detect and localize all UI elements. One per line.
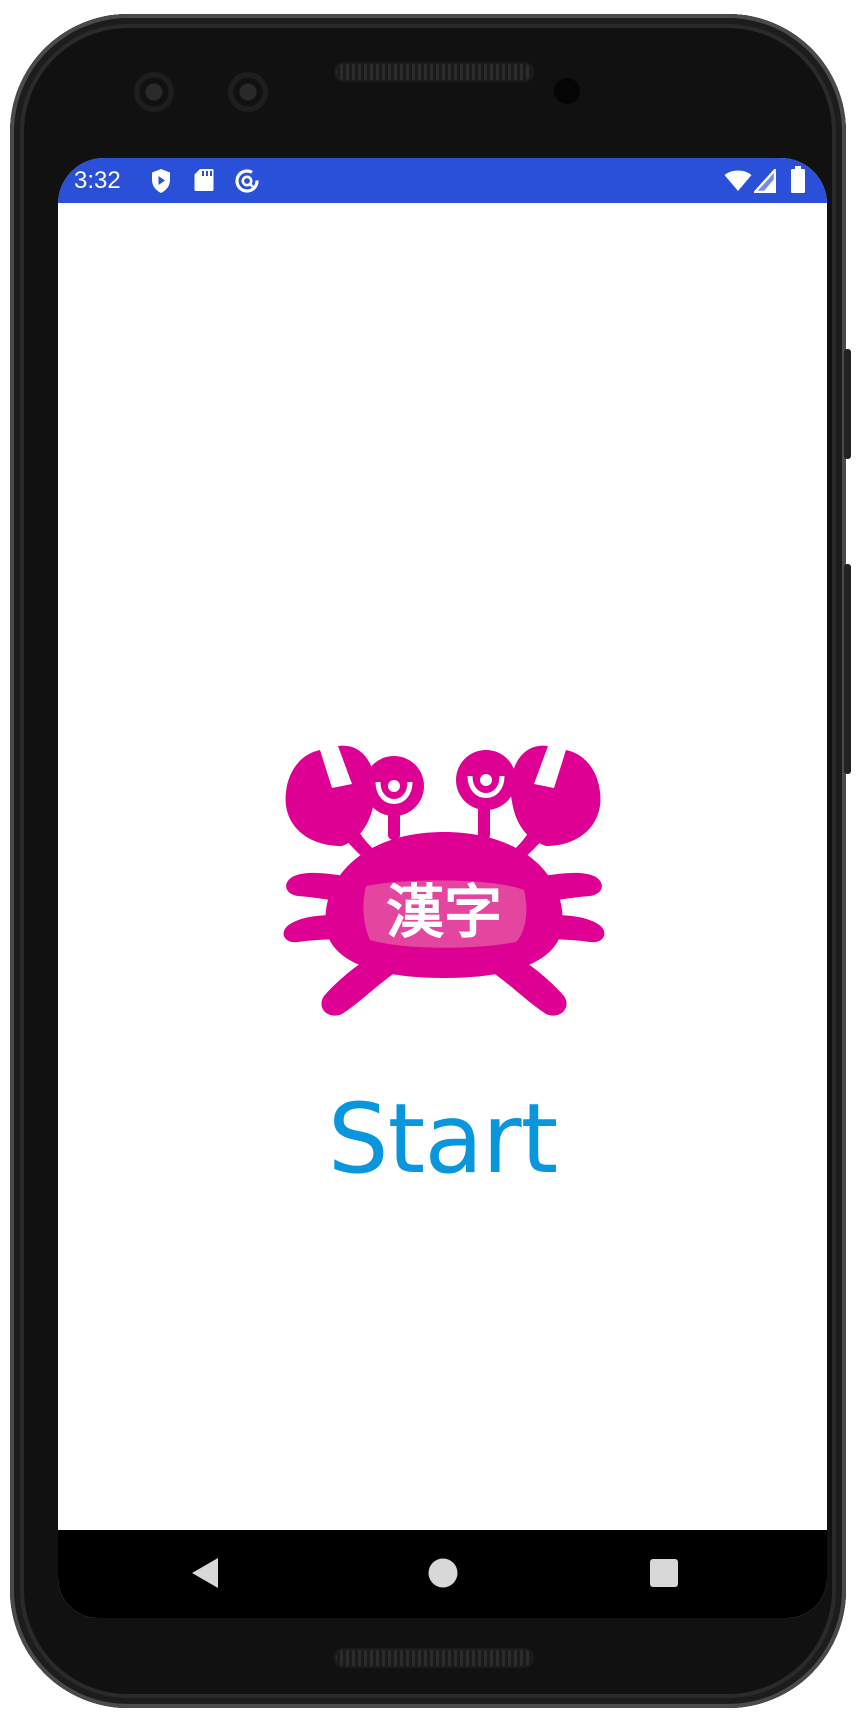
- bottom-speaker: [334, 1648, 534, 1668]
- home-icon[interactable]: [427, 1556, 459, 1594]
- power-button: [844, 349, 851, 459]
- earpiece-speaker: [334, 62, 534, 82]
- front-camera-icon: [134, 72, 174, 112]
- sd-card-icon: [194, 168, 214, 196]
- battery-icon: [790, 166, 806, 198]
- kanji-crab-logo: 漢字: [254, 728, 634, 1028]
- data-saver-icon: [234, 168, 260, 198]
- cell-signal-icon: [752, 166, 777, 197]
- navigation-bar: [58, 1530, 827, 1618]
- volume-button: [844, 564, 851, 774]
- start-button[interactable]: Start: [58, 1083, 827, 1195]
- wifi-icon: [724, 170, 752, 196]
- phone-frame: 3:32 漢字 Start: [10, 14, 851, 1708]
- status-time: 3:32: [74, 167, 121, 194]
- recents-icon[interactable]: [648, 1556, 680, 1594]
- screen: 3:32 漢字 Start: [58, 158, 827, 1618]
- back-icon[interactable]: [188, 1556, 220, 1594]
- proximity-sensor: [554, 78, 580, 104]
- status-bar: 3:32: [58, 158, 827, 203]
- play-protect-icon: [150, 168, 172, 198]
- logo-kanji-text: 漢字: [386, 878, 502, 946]
- front-camera-icon: [228, 72, 268, 112]
